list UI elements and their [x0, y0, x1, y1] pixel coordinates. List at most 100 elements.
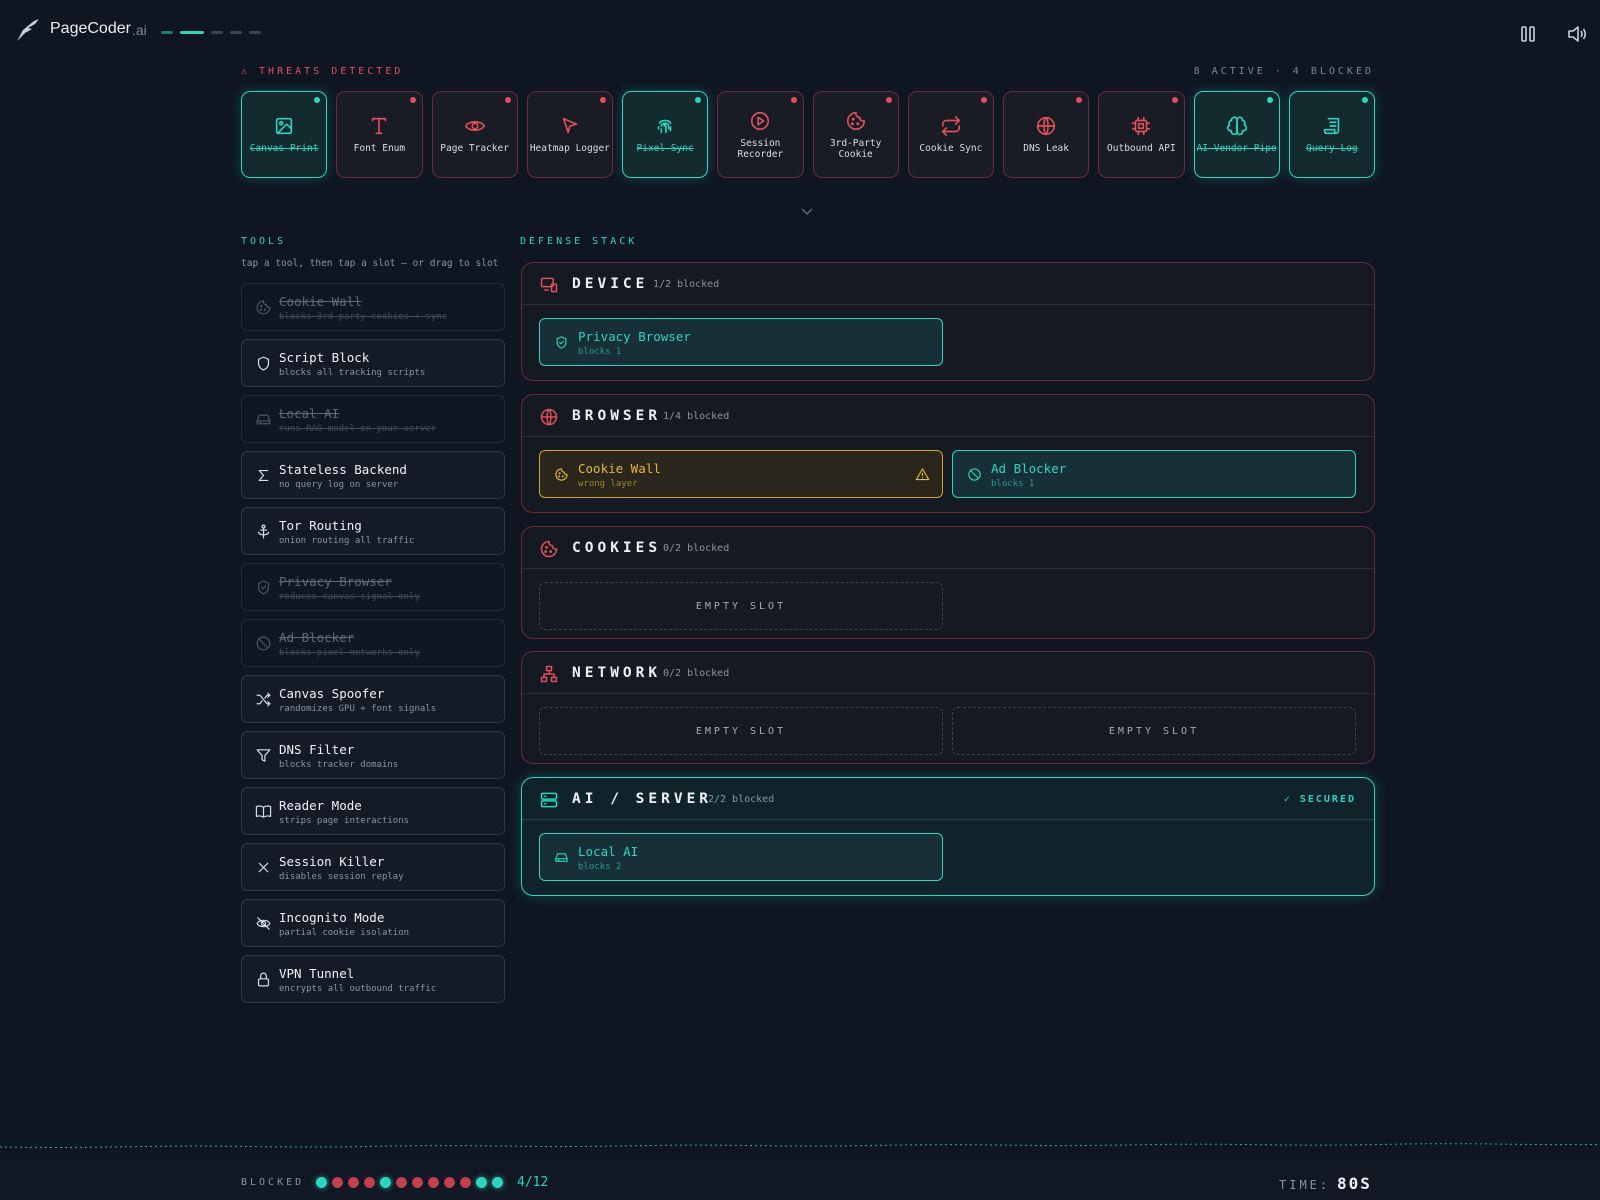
shuffle-icon	[256, 692, 271, 707]
threat-card[interactable]: Query Log	[1288, 91, 1375, 178]
blocked-dot	[412, 1177, 423, 1188]
tool-item[interactable]: Cookie Wall blocks 3rd-party cookies + sy…	[241, 283, 505, 331]
tool-description: encrypts all outbound traffic	[279, 984, 437, 994]
tool-description: blocks all tracking scripts	[279, 368, 426, 378]
status-dot	[1076, 97, 1083, 103]
tool-list: Cookie Wall blocks 3rd-party cookies + sy…	[241, 283, 505, 1011]
empty-slot[interactable]: EMPTY SLOT	[539, 582, 943, 630]
tool-description: disables session replay	[279, 872, 404, 882]
anchor-icon	[257, 524, 270, 539]
layer-device: DEVICE 1/2 blocked Privacy Browser blocks 1	[521, 262, 1375, 381]
tool-name: Stateless Backend	[279, 462, 407, 477]
tool-name: Tor Routing	[279, 518, 362, 533]
threat-card[interactable]: Outbound API	[1098, 91, 1185, 178]
threat-card[interactable]: DNS Leak	[1003, 91, 1090, 178]
scroll-icon	[1323, 117, 1340, 135]
cursor-icon	[562, 117, 578, 134]
threat-card[interactable]: 3rd-Party Cookie	[812, 91, 899, 178]
status-dot	[314, 97, 321, 103]
blocked-dot	[444, 1177, 455, 1188]
threat-card[interactable]: Pixel Sync	[622, 91, 709, 178]
tool-item[interactable]: Stateless Backend no query log on server	[241, 451, 505, 499]
slot-tool[interactable]: Local AI blocks 2	[539, 833, 943, 881]
threat-card[interactable]: AI Vendor Pipe	[1193, 91, 1280, 178]
tool-name: Session Killer	[279, 854, 385, 869]
shield-check-icon	[257, 580, 270, 595]
tool-item[interactable]: Incognito Mode partial cookie isolation	[241, 899, 505, 947]
status-dot	[504, 97, 511, 103]
tool-item[interactable]: DNS Filter blocks tracker domains	[241, 731, 505, 779]
layer-header: COOKIES 0/2 blocked	[522, 527, 1374, 569]
threat-card[interactable]: Heatmap Logger	[526, 91, 613, 178]
tool-item[interactable]: Privacy Browser reduces canvas signal onl…	[241, 563, 505, 611]
blocked-dot	[492, 1177, 503, 1188]
tool-item[interactable]: Canvas Spoofer randomizes GPU + font sign…	[241, 675, 505, 723]
threat-card[interactable]: Font Enum	[336, 91, 423, 178]
brand-name: PageCoder	[50, 20, 131, 37]
threat-label: 3rd-Party Cookie	[829, 137, 882, 160]
blocked-dot	[396, 1177, 407, 1188]
tool-description: partial cookie isolation	[279, 928, 410, 938]
status-dot	[1171, 97, 1178, 103]
blocked-dot	[476, 1177, 487, 1188]
status-dot	[409, 97, 416, 103]
tool-name: Reader Mode	[279, 798, 362, 813]
secured-badge: ✓ SECURED	[1283, 794, 1356, 805]
tool-description: onion routing all traffic	[279, 536, 415, 546]
layer-name: COOKIES	[572, 540, 662, 556]
tool-name: Local AI	[279, 406, 340, 421]
slot-tool[interactable]: Ad Blocker blocks 1	[952, 450, 1356, 498]
tool-item[interactable]: Reader Mode strips page interactions	[241, 787, 505, 835]
empty-slot-label: EMPTY SLOT	[695, 601, 787, 612]
cookie-icon	[846, 111, 865, 130]
slot-tool-status: blocks 1	[991, 479, 1035, 489]
ban-icon	[256, 636, 271, 651]
threat-label: AI Vendor Pipe	[1196, 143, 1277, 154]
cookie-icon	[555, 468, 568, 481]
slot-tool[interactable]: Privacy Browser blocks 1	[539, 318, 943, 366]
eye-off-icon	[256, 917, 271, 930]
layer-header: NETWORK 0/2 blocked	[522, 652, 1374, 694]
threats-heading: ⚠ THREATS DETECTED	[241, 66, 404, 77]
tool-name: VPN Tunnel	[279, 966, 355, 981]
defense-stack-heading: DEFENSE STACK	[520, 236, 638, 247]
progress-segment	[161, 31, 173, 34]
devices-icon	[540, 277, 558, 293]
layer-count: 1/2 blocked	[653, 279, 720, 290]
slot-tool[interactable]: Cookie Wall wrong layer	[539, 450, 943, 498]
threat-label: Pixel Sync	[636, 143, 694, 154]
tool-name: Script Block	[279, 350, 370, 365]
empty-slot[interactable]: EMPTY SLOT	[539, 707, 943, 755]
chevron-down-icon[interactable]	[800, 206, 814, 216]
threat-card[interactable]: Canvas Print	[241, 91, 328, 178]
threat-card[interactable]: Page Tracker	[431, 91, 518, 178]
tool-item[interactable]: Script Block blocks all tracking scripts	[241, 339, 505, 387]
slot-tool-name: Local AI	[578, 844, 639, 859]
lock-icon	[257, 972, 270, 987]
book-icon	[255, 805, 272, 818]
status-dot	[1266, 97, 1273, 103]
tool-description: randomizes GPU + font signals	[279, 704, 437, 714]
threat-label: Cookie Sync	[919, 143, 983, 154]
blocked-dot	[460, 1177, 471, 1188]
tool-item[interactable]: Tor Routing onion routing all traffic	[241, 507, 505, 555]
shield-check-icon	[556, 336, 567, 349]
empty-slot[interactable]: EMPTY SLOT	[952, 707, 1356, 755]
pause-icon[interactable]	[1518, 24, 1538, 44]
speaker-icon[interactable]	[1566, 24, 1588, 44]
blocked-dot	[348, 1177, 359, 1188]
server-icon	[540, 792, 558, 808]
tool-item[interactable]: Session Killer disables session replay	[241, 843, 505, 891]
blocked-dot	[428, 1177, 439, 1188]
threat-card[interactable]: Cookie Sync	[907, 91, 994, 178]
tool-item[interactable]: Local AI runs RAG model on your server	[241, 395, 505, 443]
tool-item[interactable]: VPN Tunnel encrypts all outbound traffic	[241, 955, 505, 1003]
blocked-dot	[332, 1177, 343, 1188]
progress-segment	[211, 31, 223, 34]
layer-browser: BROWSER 1/4 blocked Cookie Wall wrong layer…	[521, 394, 1375, 513]
threat-card[interactable]: Session Recorder	[717, 91, 804, 178]
threat-label: DNS Leak	[1023, 143, 1069, 154]
eye-icon	[464, 121, 485, 131]
tool-description: reduces canvas signal only	[279, 592, 420, 602]
tool-item[interactable]: Ad Blocker blocks pixel networks only	[241, 619, 505, 667]
